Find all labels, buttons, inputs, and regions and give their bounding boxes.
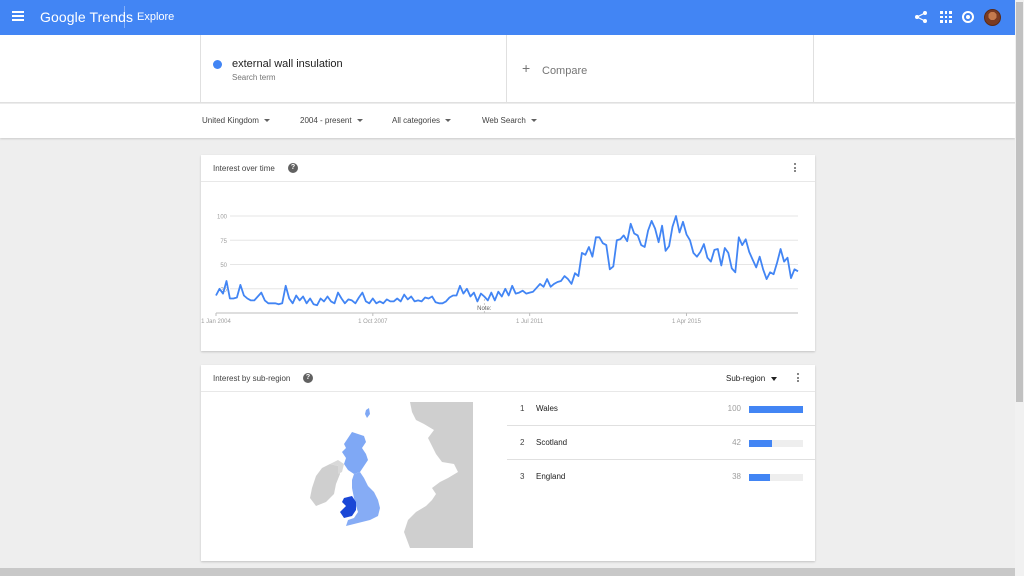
- x-tick-label: 1 Jul 2011: [516, 319, 544, 325]
- more-options-icon[interactable]: [797, 373, 800, 384]
- subregion-dropdown[interactable]: Sub-region: [726, 374, 778, 383]
- value-bar: [749, 440, 803, 447]
- map-region-wales[interactable]: [340, 496, 356, 518]
- y-tick-label: 75: [220, 239, 227, 245]
- avatar[interactable]: [984, 9, 1001, 26]
- time-filter-label: 2004 - present: [300, 116, 352, 125]
- region-name: England: [536, 472, 566, 481]
- caret-down-icon: [263, 119, 270, 123]
- region-name: Wales: [536, 404, 558, 413]
- map-shetland: [365, 408, 370, 418]
- region-value: 42: [732, 438, 741, 447]
- value-bar-fill: [749, 474, 770, 481]
- category-filter-label: All categories: [392, 116, 441, 125]
- subregion-ranking-list: 1 Wales 100 2 Scotland 42 3 England 38: [507, 392, 815, 494]
- time-filter[interactable]: 2004 - present: [300, 116, 363, 125]
- help-icon[interactable]: ?: [303, 373, 313, 383]
- vertical-scrollbar[interactable]: [1015, 0, 1024, 576]
- list-item[interactable]: 3 England 38: [507, 460, 815, 494]
- page-title: Explore: [137, 11, 175, 23]
- caret-down-icon: [445, 119, 452, 123]
- property-filter-label: Web Search: [482, 116, 526, 125]
- subregion-dropdown-label: Sub-region: [726, 374, 766, 383]
- search-terms-bar: external wall insulation Search term + C…: [0, 35, 1015, 103]
- filter-bar: United Kingdom 2004 - present All catego…: [0, 104, 1015, 138]
- top-app-bar: Google Trends Explore: [0, 0, 1015, 35]
- interest-line-chart: 1007550251 Jan 2004 1 Oct 2007 1 Jul 2011 1…: [201, 215, 799, 325]
- interest-by-subregion-card: Interest by sub-region ? Sub-region 1 Wa…: [201, 365, 815, 561]
- rank-number: 1: [520, 404, 525, 413]
- card-header: Interest over time ?: [201, 155, 815, 182]
- plus-icon: +: [522, 60, 531, 76]
- value-bar: [749, 406, 803, 413]
- region-filter-label: United Kingdom: [202, 116, 259, 125]
- search-term-card[interactable]: external wall insulation Search term: [200, 35, 507, 103]
- apps-grid-icon[interactable]: [939, 10, 953, 24]
- y-tick-label: 100: [217, 215, 228, 221]
- x-tick-label: 1 Apr 2015: [672, 319, 702, 325]
- caret-down-icon: [356, 119, 363, 123]
- rank-number: 3: [520, 472, 525, 481]
- more-options-icon[interactable]: [794, 163, 797, 174]
- share-icon[interactable]: [914, 10, 928, 24]
- note-label: Note:: [477, 306, 492, 312]
- caret-down-icon: [771, 376, 778, 381]
- brand-divider: [124, 6, 125, 28]
- value-bar-fill: [749, 406, 803, 413]
- search-term-type: Search term: [232, 73, 276, 82]
- help-icon[interactable]: ?: [288, 163, 298, 173]
- notifications-icon[interactable]: [962, 11, 974, 23]
- category-filter[interactable]: All categories: [392, 116, 452, 125]
- region-filter[interactable]: United Kingdom: [202, 116, 270, 125]
- menu-icon[interactable]: [12, 11, 24, 23]
- map-ireland: [310, 464, 340, 506]
- rank-number: 2: [520, 438, 525, 447]
- region-map[interactable]: [308, 402, 473, 548]
- x-tick-label: 1 Jan 2004: [201, 319, 231, 325]
- list-item[interactable]: 2 Scotland 42: [507, 426, 815, 460]
- scrollbar-thumb[interactable]: [1016, 2, 1023, 402]
- list-item[interactable]: 1 Wales 100: [507, 392, 815, 426]
- card-title: Interest by sub-region: [213, 374, 291, 383]
- y-tick-label: 50: [220, 263, 227, 269]
- compare-label: Compare: [542, 65, 588, 77]
- card-title: Interest over time: [213, 164, 275, 173]
- x-tick-label: 1 Oct 2007: [358, 319, 388, 325]
- property-filter[interactable]: Web Search: [482, 116, 537, 125]
- term-color-dot: [213, 60, 222, 69]
- value-bar: [749, 474, 803, 481]
- compare-button[interactable]: + Compare: [507, 35, 814, 103]
- card-header: Interest by sub-region ? Sub-region: [201, 365, 815, 392]
- horizontal-scrollbar[interactable]: [0, 568, 1015, 576]
- map-region-scotland[interactable]: [342, 432, 368, 474]
- search-term-text[interactable]: external wall insulation: [232, 58, 343, 70]
- region-name: Scotland: [536, 438, 568, 447]
- caret-down-icon: [530, 119, 537, 123]
- interest-over-time-card: Interest over time ? 100 75 50 25 1 Jan 2004…: [201, 155, 815, 351]
- value-bar-fill: [749, 440, 772, 447]
- region-value: 38: [732, 472, 741, 481]
- region-value: 100: [727, 404, 741, 413]
- brand-logo[interactable]: Google Trends: [40, 9, 133, 25]
- series-line: [215, 215, 799, 307]
